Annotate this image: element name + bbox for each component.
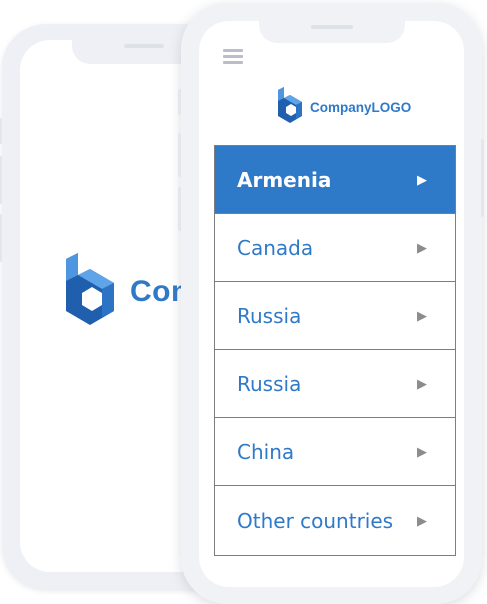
back-phone-logo: Com xyxy=(62,253,198,330)
triangle-right-icon: ▶ xyxy=(417,375,427,391)
country-label: Other countries xyxy=(237,508,394,533)
country-label: China xyxy=(237,439,295,464)
triangle-right-icon: ▶ xyxy=(417,239,427,255)
country-list: Armenia ▶ Canada ▶ Russia ▶ Russia ▶ Chi… xyxy=(214,145,456,556)
back-phone-side-button xyxy=(0,156,2,204)
front-phone-side-button xyxy=(178,133,181,177)
country-label: Canada xyxy=(237,235,314,260)
front-phone-screen: CompanyLOGO Armenia ▶ Canada ▶ Russia ▶ … xyxy=(199,21,464,587)
front-phone-side-button xyxy=(481,139,484,217)
country-item-armenia[interactable]: Armenia ▶ xyxy=(215,146,455,214)
triangle-right-icon: ▶ xyxy=(417,512,427,528)
country-item-russia[interactable]: Russia ▶ xyxy=(215,282,455,350)
company-logo[interactable]: CompanyLOGO xyxy=(276,87,411,128)
hamburger-line xyxy=(223,55,243,58)
logo-b-icon xyxy=(276,87,304,128)
country-item-russia-2[interactable]: Russia ▶ xyxy=(215,350,455,418)
back-phone-side-button xyxy=(0,118,2,144)
country-item-canada[interactable]: Canada ▶ xyxy=(215,214,455,282)
hamburger-line xyxy=(223,49,243,52)
front-phone-side-button xyxy=(178,89,181,115)
country-item-other-countries[interactable]: Other countries ▶ xyxy=(215,486,455,555)
logo-b-icon xyxy=(62,253,118,330)
front-phone-speaker xyxy=(311,25,353,29)
triangle-right-icon: ▶ xyxy=(417,171,427,187)
hamburger-menu-icon[interactable] xyxy=(223,49,243,65)
front-phone-notch xyxy=(259,21,405,43)
back-phone-speaker xyxy=(124,44,164,48)
country-label: Armenia xyxy=(237,167,332,192)
front-phone-mockup: CompanyLOGO Armenia ▶ Canada ▶ Russia ▶ … xyxy=(178,3,484,604)
back-phone-side-button xyxy=(0,214,2,262)
triangle-right-icon: ▶ xyxy=(417,307,427,323)
country-item-china[interactable]: China ▶ xyxy=(215,418,455,486)
logo-text: CompanyLOGO xyxy=(310,100,412,115)
country-label: Russia xyxy=(237,303,302,328)
country-label: Russia xyxy=(237,371,302,396)
hamburger-line xyxy=(223,61,243,64)
front-phone-side-button xyxy=(178,187,181,231)
triangle-right-icon: ▶ xyxy=(417,443,427,459)
